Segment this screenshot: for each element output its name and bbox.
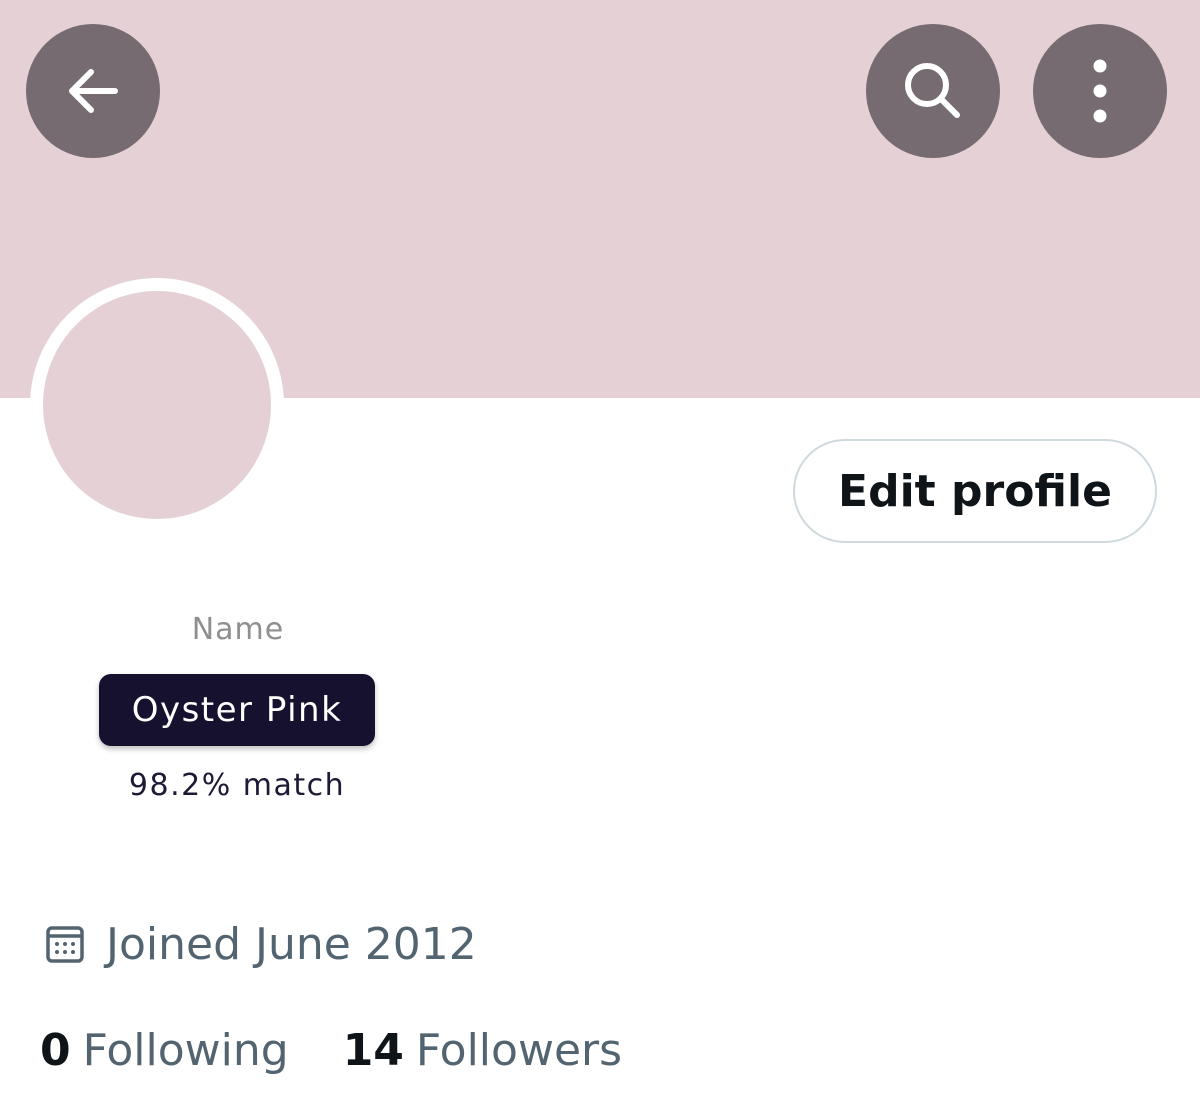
edit-profile-button[interactable]: Edit profile — [793, 439, 1157, 543]
following-link[interactable]: 0 Following — [40, 1025, 289, 1076]
profile-page: Edit profile Name Oyster Pink 98.2% matc… — [0, 0, 1200, 1120]
search-icon — [905, 63, 960, 118]
back-button[interactable] — [26, 24, 160, 158]
joined-date: Joined June 2012 — [106, 918, 477, 970]
more-options-button[interactable] — [1033, 24, 1167, 158]
more-vertical-icon — [1093, 59, 1107, 123]
following-label: Following — [82, 1024, 289, 1076]
name-chip: Oyster Pink — [99, 674, 375, 746]
avatar[interactable] — [43, 291, 271, 519]
follow-stats: 0 Following 14 Followers — [40, 1020, 622, 1080]
arrow-left-icon — [69, 69, 118, 113]
joined-date-row: Joined June 2012 — [44, 914, 477, 974]
followers-label: Followers — [415, 1024, 623, 1076]
following-count: 0 — [40, 1024, 71, 1076]
search-button[interactable] — [866, 24, 1000, 158]
name-label: Name — [191, 612, 285, 647]
calendar-icon — [44, 923, 86, 965]
followers-link[interactable]: 14 Followers — [343, 1025, 622, 1076]
followers-count: 14 — [342, 1024, 404, 1076]
match-percentage: 98.2% match — [128, 768, 346, 803]
